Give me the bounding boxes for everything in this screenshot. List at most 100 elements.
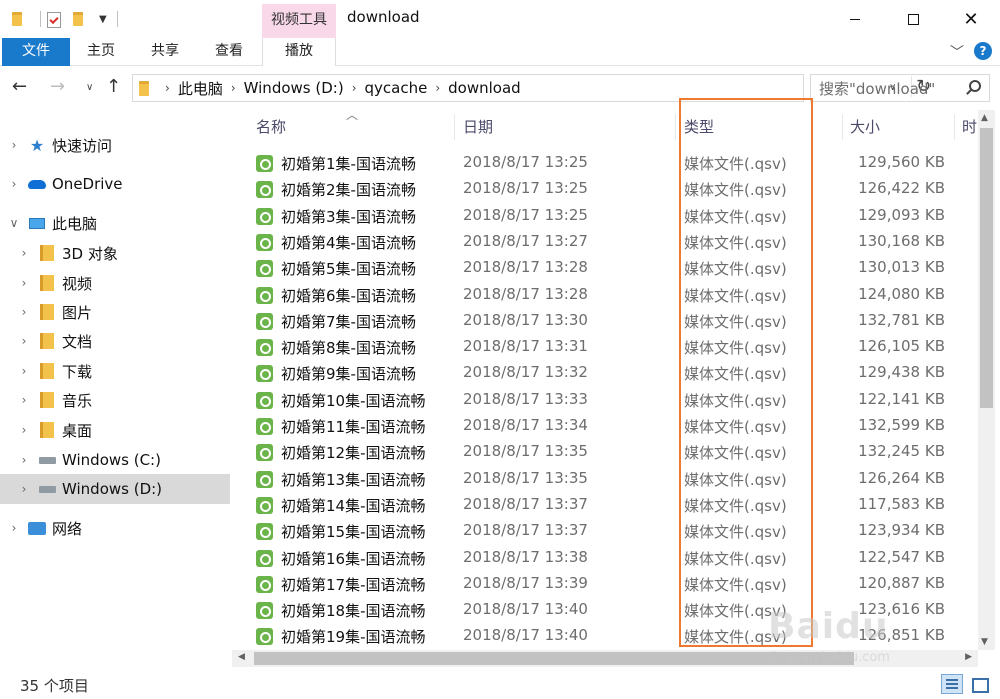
chevron-right-icon[interactable]: › — [18, 423, 30, 437]
file-name[interactable]: 初婚第4集-国语流畅 — [256, 232, 416, 253]
file-name[interactable]: 初婚第12集-国语流畅 — [256, 442, 426, 463]
file-name[interactable]: 初婚第15集-国语流畅 — [256, 521, 426, 542]
column-header-duration[interactable]: 时 — [962, 110, 977, 144]
column-divider[interactable] — [454, 114, 455, 140]
chevron-right-icon[interactable]: › — [18, 246, 30, 260]
file-name[interactable]: 初婚第16集-国语流畅 — [256, 548, 426, 569]
up-arrow-icon[interactable]: ↑ — [106, 76, 121, 97]
sidebar-item-drive-c[interactable]: › Windows (C:) — [0, 445, 230, 475]
table-row[interactable]: 初婚第8集-国语流畅 2018/8/17 13:31 媒体文件(.qsv) 126,1… — [232, 334, 978, 360]
tab-view[interactable]: 查看 — [202, 38, 256, 66]
chevron-right-icon[interactable]: › — [8, 177, 20, 191]
table-row[interactable]: 初婚第14集-国语流畅 2018/8/17 13:37 媒体文件(.qsv) 117,… — [232, 492, 978, 518]
sidebar-item-music[interactable]: › 音乐 — [0, 385, 230, 415]
table-row[interactable]: 初婚第5集-国语流畅 2018/8/17 13:28 媒体文件(.qsv) 130,0… — [232, 255, 978, 281]
column-divider[interactable] — [675, 114, 676, 140]
breadcrumb-separator-icon[interactable]: › — [352, 81, 357, 95]
breadcrumb-download[interactable]: download — [448, 79, 521, 97]
file-name[interactable]: 初婚第19集-国语流畅 — [256, 626, 426, 647]
forward-arrow-icon[interactable]: → — [50, 76, 65, 97]
file-name[interactable]: 初婚第7集-国语流畅 — [256, 311, 416, 332]
chevron-right-icon[interactable]: › — [8, 521, 20, 535]
chevron-right-icon[interactable]: › — [18, 453, 30, 467]
file-name[interactable]: 初婚第9集-国语流畅 — [256, 363, 416, 384]
column-header-date[interactable]: 日期 — [463, 110, 493, 144]
table-row[interactable]: 初婚第3集-国语流畅 2018/8/17 13:25 媒体文件(.qsv) 129,0… — [232, 203, 978, 229]
tab-play[interactable]: 播放 — [262, 38, 336, 66]
table-row[interactable]: 初婚第16集-国语流畅 2018/8/17 13:38 媒体文件(.qsv) 122,… — [232, 545, 978, 571]
table-row[interactable]: 初婚第2集-国语流畅 2018/8/17 13:25 媒体文件(.qsv) 126,4… — [232, 176, 978, 202]
table-row[interactable]: 初婚第9集-国语流畅 2018/8/17 13:32 媒体文件(.qsv) 129,4… — [232, 360, 978, 386]
search-input[interactable]: 搜索"download" — [810, 74, 990, 102]
column-divider[interactable] — [954, 114, 955, 140]
file-name[interactable]: 初婚第5集-国语流畅 — [256, 258, 416, 279]
maximize-button[interactable] — [890, 0, 936, 38]
chevron-down-icon[interactable]: ∨ — [8, 216, 20, 230]
chevron-right-icon[interactable]: › — [18, 393, 30, 407]
table-row[interactable]: 初婚第10集-国语流畅 2018/8/17 13:33 媒体文件(.qsv) 122,… — [232, 387, 978, 413]
column-divider[interactable] — [842, 114, 843, 140]
table-row[interactable]: 初婚第12集-国语流畅 2018/8/17 13:35 媒体文件(.qsv) 132,… — [232, 439, 978, 465]
file-name[interactable]: 初婚第6集-国语流畅 — [256, 285, 416, 306]
chevron-down-icon[interactable]: ﹀ — [950, 42, 964, 62]
file-name[interactable]: 初婚第1集-国语流畅 — [256, 153, 416, 174]
minimize-button[interactable] — [832, 0, 878, 38]
large-icons-view-icon[interactable] — [968, 674, 990, 694]
sidebar-item-quick-access[interactable]: › ★ 快速访问 — [0, 130, 230, 160]
horizontal-scroll-thumb[interactable] — [254, 652, 854, 665]
column-header-name[interactable]: 名称 — [256, 110, 286, 144]
scroll-up-icon[interactable]: ▲ — [981, 113, 988, 123]
file-name[interactable]: 初婚第11集-国语流畅 — [256, 416, 426, 437]
sidebar-item-desktop[interactable]: › 桌面 — [0, 415, 230, 445]
file-name[interactable]: 初婚第10集-国语流畅 — [256, 390, 426, 411]
breadcrumb-separator-icon[interactable]: › — [231, 81, 236, 95]
table-row[interactable]: 初婚第15集-国语流畅 2018/8/17 13:37 媒体文件(.qsv) 123,… — [232, 518, 978, 544]
table-row[interactable]: 初婚第4集-国语流畅 2018/8/17 13:27 媒体文件(.qsv) 130,1… — [232, 229, 978, 255]
file-name[interactable]: 初婚第18集-国语流畅 — [256, 600, 426, 621]
new-folder-icon[interactable] — [73, 12, 89, 26]
sidebar-item-videos[interactable]: › 视频 — [0, 268, 230, 298]
breadcrumb-this-pc[interactable]: 此电脑 — [178, 78, 223, 99]
vertical-scroll-thumb[interactable] — [980, 128, 993, 408]
sidebar-item-pictures[interactable]: › 图片 — [0, 297, 230, 327]
table-row[interactable]: 初婚第6集-国语流畅 2018/8/17 13:28 媒体文件(.qsv) 124,0… — [232, 282, 978, 308]
recent-locations-icon[interactable]: ∨ — [86, 82, 93, 93]
chevron-right-icon[interactable]: › — [18, 334, 30, 348]
scroll-down-icon[interactable]: ▼ — [981, 637, 988, 647]
vertical-scrollbar[interactable]: ▲ ▼ — [978, 110, 995, 650]
breadcrumb-qycache[interactable]: qycache — [365, 79, 428, 97]
sidebar-item-onedrive[interactable]: › OneDrive — [0, 169, 230, 199]
scroll-left-icon[interactable]: ◀ — [238, 652, 245, 662]
sidebar-item-documents[interactable]: › 文档 — [0, 326, 230, 356]
sidebar-item-network[interactable]: › 网络 — [0, 513, 230, 543]
sidebar-item-3d-objects[interactable]: › 3D 对象 — [0, 238, 230, 268]
breadcrumb-separator-icon[interactable]: › — [165, 81, 170, 95]
address-bar[interactable]: › 此电脑 › Windows (D:) › qycache › downloa… — [132, 74, 931, 102]
column-header-type[interactable]: 类型 — [684, 110, 714, 144]
table-row[interactable]: 初婚第13集-国语流畅 2018/8/17 13:35 媒体文件(.qsv) 126,… — [232, 466, 978, 492]
breadcrumb-separator-icon[interactable]: › — [435, 81, 440, 95]
table-row[interactable]: 初婚第11集-国语流畅 2018/8/17 13:34 媒体文件(.qsv) 132,… — [232, 413, 978, 439]
details-view-icon[interactable] — [941, 674, 963, 694]
properties-icon[interactable] — [47, 12, 63, 28]
help-icon[interactable]: ? — [974, 42, 992, 60]
back-arrow-icon[interactable]: ← — [12, 76, 27, 97]
sidebar-item-downloads[interactable]: › 下载 — [0, 356, 230, 386]
table-row[interactable]: 初婚第7集-国语流畅 2018/8/17 13:30 媒体文件(.qsv) 132,7… — [232, 308, 978, 334]
chevron-right-icon[interactable]: › — [8, 138, 20, 152]
sidebar-item-this-pc[interactable]: ∨ 此电脑 — [0, 208, 230, 238]
chevron-right-icon[interactable]: › — [18, 482, 30, 496]
chevron-right-icon[interactable]: › — [18, 305, 30, 319]
tab-home[interactable]: 主页 — [74, 38, 128, 66]
file-name[interactable]: 初婚第8集-国语流畅 — [256, 337, 416, 358]
breadcrumb-drive-d[interactable]: Windows (D:) — [244, 79, 344, 97]
customize-toolbar-icon[interactable]: ▼ — [99, 14, 107, 25]
file-name[interactable]: 初婚第3集-国语流畅 — [256, 206, 416, 227]
file-name[interactable]: 初婚第14集-国语流畅 — [256, 495, 426, 516]
column-header-size[interactable]: 大小 — [850, 110, 880, 144]
file-name[interactable]: 初婚第17集-国语流畅 — [256, 574, 426, 595]
table-row[interactable]: 初婚第17集-国语流畅 2018/8/17 13:39 媒体文件(.qsv) 120,… — [232, 571, 978, 597]
chevron-right-icon[interactable]: › — [18, 276, 30, 290]
table-row[interactable]: 初婚第1集-国语流畅 2018/8/17 13:25 媒体文件(.qsv) 129,5… — [232, 150, 978, 176]
file-name[interactable]: 初婚第13集-国语流畅 — [256, 469, 426, 490]
